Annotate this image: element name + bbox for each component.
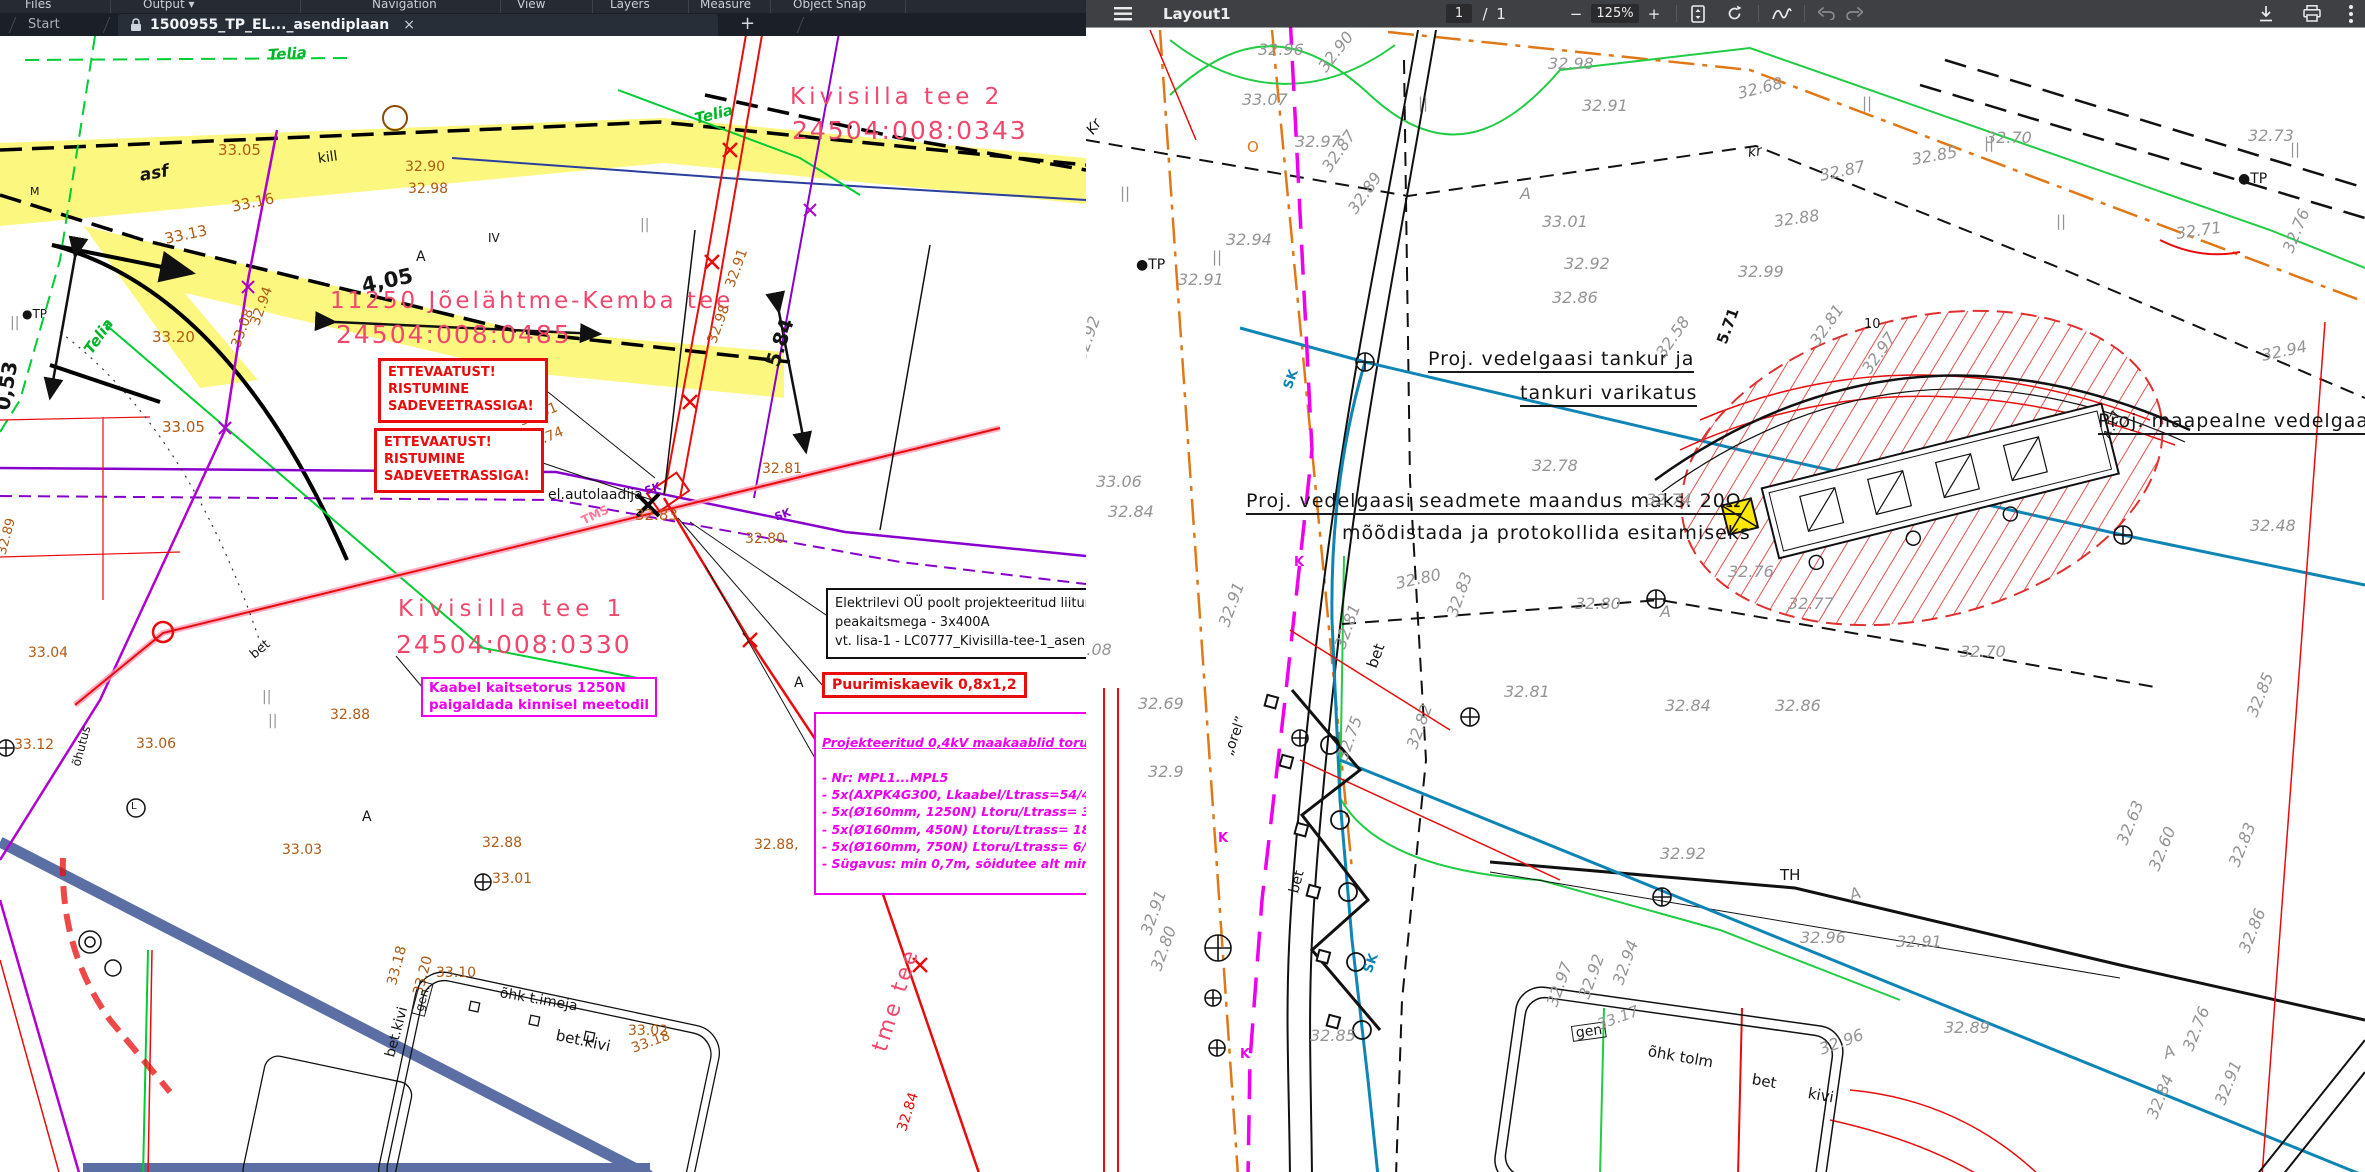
cad-app-panel: Kivisilla tee 224504:008:034311250 Jõelä… (0, 0, 1087, 1172)
tab-close-icon[interactable]: × (403, 17, 415, 33)
zoom-in-button[interactable]: + (1642, 0, 1666, 27)
tab-active-document[interactable]: 1500955_TP_EL..._asendiplaan × (118, 14, 718, 36)
new-tab-button[interactable]: + (740, 13, 755, 36)
site-plan-drawing-right[interactable] (1086, 0, 2365, 1172)
tab-title: 1500955_TP_EL..._asendiplaan (150, 17, 389, 33)
site-plan-drawing-left[interactable] (0, 0, 1086, 1172)
menu-item-output--[interactable]: Output ▾ (143, 0, 195, 11)
tab-start[interactable]: Start (28, 13, 60, 36)
print-icon (2303, 5, 2321, 22)
page-separator: / (1478, 0, 1492, 27)
fit-page-icon (1691, 5, 1705, 23)
more-options-button[interactable] (2340, 0, 2362, 27)
sidebar-menu-button[interactable] (1108, 0, 1138, 27)
redo-icon (1846, 7, 1863, 20)
cable-spec-callout: Projekteeritud 0,4kV maakaablid torus - … (814, 712, 1087, 895)
zoom-out-button[interactable]: − (1564, 0, 1588, 27)
cable-spec-lines: - Nr: MPL1...MPL5 - 5x(AXPK4G300, Lkaabe… (822, 769, 1087, 873)
menu-item-view[interactable]: View (517, 0, 545, 11)
lock-icon (130, 18, 142, 32)
page-number-input[interactable]: 1 (1446, 4, 1472, 23)
screen: Kivisilla tee 224504:008:034311250 Jõelä… (0, 0, 2365, 1172)
ink-squiggle-icon (1772, 7, 1792, 21)
cad-tabbar: Start 1500955_TP_EL..._asendiplaan × + (0, 13, 1086, 36)
menu-item-layers[interactable]: Layers (610, 0, 650, 11)
document-title: Layout1 (1163, 0, 1231, 27)
pdf-toolbar: Layout1 1 / 1 − 125% + (1086, 0, 2365, 27)
redo-button[interactable] (1838, 0, 1870, 27)
menu-item-files[interactable]: Files (25, 0, 51, 11)
rotate-button[interactable] (1718, 0, 1750, 27)
page-total: 1 (1494, 0, 1508, 27)
undo-icon (1818, 7, 1835, 20)
download-icon (2258, 5, 2274, 22)
warning-callout-1: ETTEVAATUST! RISTUMINE SADEVEETRASSIGA! (378, 358, 548, 423)
fit-page-button[interactable] (1682, 0, 1714, 27)
warning-callout-2: ETTEVAATUST! RISTUMINE SADEVEETRASSIGA! (374, 428, 544, 493)
zoom-level-input[interactable]: 125% (1591, 4, 1639, 23)
cable-protection-callout: Kaabel kaitsetorus 1250N paigaldada kinn… (421, 677, 657, 717)
connection-info-callout: Elektrilevi OÜ poolt projekteeritud liit… (826, 588, 1087, 659)
cad-menubar: Files Output ▾ Navigation View Layers Measure… (0, 0, 1086, 13)
drill-pit-callout: Puurimiskaevik 0,8x1,2 (822, 672, 1027, 698)
hamburger-icon (1114, 7, 1132, 21)
kebab-menu-icon (2349, 5, 2353, 23)
draw-annotate-button[interactable] (1766, 0, 1798, 27)
pdf-viewer-panel: Proj. vedelgaasi tankur jatankuri varika… (1086, 0, 2365, 1172)
menu-item-navigation[interactable]: Navigation (372, 0, 437, 11)
cable-spec-title: Projekteeritud 0,4kV maakaablid torus (822, 734, 1087, 751)
download-button[interactable] (2250, 0, 2282, 27)
print-button[interactable] (2296, 0, 2328, 27)
menu-item-object-snap[interactable]: Object Snap (793, 0, 866, 11)
menu-item-measure[interactable]: Measure (700, 0, 751, 11)
rotate-icon (1726, 5, 1743, 22)
